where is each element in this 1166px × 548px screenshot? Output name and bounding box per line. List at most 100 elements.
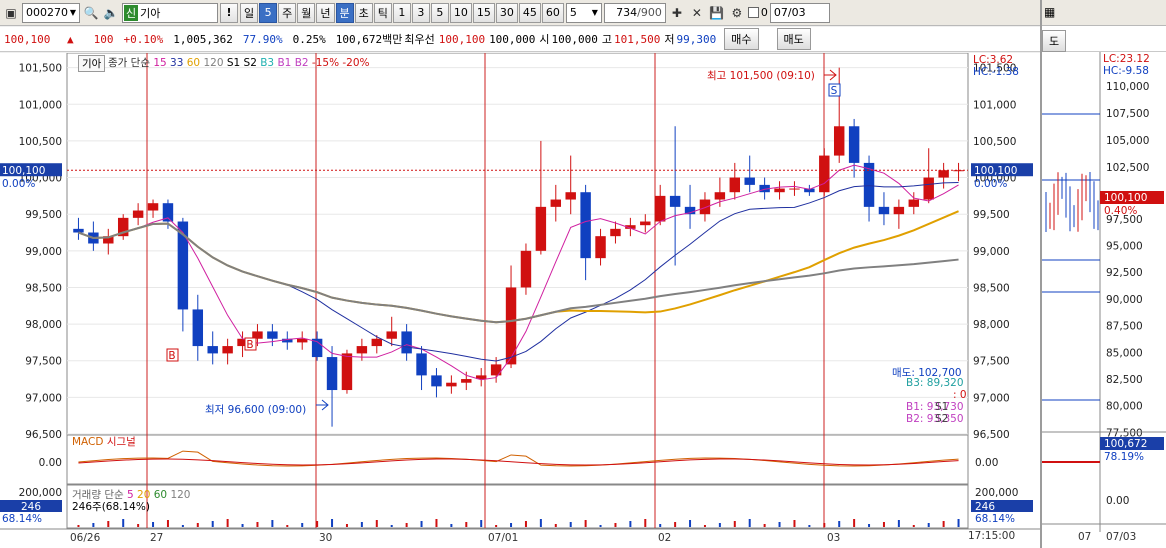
volume-bar: [868, 524, 871, 527]
signal-letter-2: S: [831, 85, 838, 97]
volume-bar: [211, 521, 214, 527]
volume-bar: [226, 519, 229, 527]
volume-bar: [181, 525, 184, 527]
volume-bar: [480, 520, 483, 527]
date-input[interactable]: 07/03: [769, 2, 830, 23]
legend: 종가 단순 15 33 60 120 S1 S2 B3 B1 B2 -15% -…: [108, 55, 370, 70]
period-button-6[interactable]: 초: [354, 2, 373, 23]
speaker-icon[interactable]: 🔈: [102, 3, 120, 23]
buy-button[interactable]: 매수: [724, 28, 759, 50]
period-button-14[interactable]: 45: [518, 2, 541, 23]
volume-bar: [435, 519, 438, 527]
data-count-field[interactable]: 734/900: [603, 2, 666, 23]
weekly-chart[interactable]: LC:23.12HC:-9.58 110,000 107,500 105,000 102…: [1042, 52, 1166, 548]
candle-body: [640, 221, 651, 226]
volume-info: 246주(68.14%): [72, 501, 150, 513]
volume-bar: [375, 520, 378, 527]
search-icon[interactable]: 🔍: [82, 3, 100, 23]
volume-bar: [793, 520, 796, 527]
period-button-13[interactable]: 30: [495, 2, 518, 23]
price-tick-left: 101,500: [19, 63, 62, 75]
price-tick-right: 100,500: [973, 136, 1016, 148]
side-tick-11: 80,000: [1106, 401, 1143, 413]
macd-tick-right: 0.00: [975, 457, 998, 469]
volume-bar: [823, 523, 826, 527]
candle-body: [207, 346, 218, 354]
legend-item-11: -15%: [311, 57, 343, 69]
chart-canvas[interactable]: 101,500 101,500101,000 101,000100,500 100,5…: [0, 53, 1040, 548]
volume-bar: [718, 523, 721, 527]
window-icon[interactable]: ▣: [2, 3, 20, 23]
volume-bar: [271, 520, 274, 527]
volume-bar: [301, 523, 304, 527]
open-price: 100,000: [551, 32, 598, 46]
open-label: 시: [539, 33, 550, 46]
candle-body: [341, 353, 353, 391]
draw-tool-icon[interactable]: ✕: [688, 3, 706, 23]
date-checkbox[interactable]: 0: [747, 6, 768, 19]
volume-bar: [748, 519, 751, 527]
period-buttons: 일 5 주 월 년 분 초 틱 1 3 5 10 15 30 45 60: [240, 2, 564, 23]
crosshair-icon[interactable]: ✚: [668, 3, 686, 23]
volume-bar: [152, 522, 155, 527]
period-button-12[interactable]: 15: [472, 2, 495, 23]
volume-bar: [256, 522, 259, 527]
volume-bar: [897, 520, 900, 527]
clock: 17:15:00: [968, 530, 1016, 542]
volume-bar: [838, 521, 841, 527]
volume-bar: [286, 525, 289, 527]
period-button-11[interactable]: 10: [449, 2, 472, 23]
toolbar: ▣ 000270 ▼ 🔍 🔈 신 기아 ! 일 5 주 월 년 분 초 틱 1 3 5 10 15 30 45 6…: [0, 0, 1040, 26]
period-button-10[interactable]: 5: [430, 2, 449, 23]
candle-body: [893, 206, 905, 215]
volume-bar: [77, 525, 80, 527]
volume-bar: [196, 523, 199, 527]
volume-tick-left: 200,000: [19, 487, 62, 499]
period-button-15[interactable]: 60: [541, 2, 564, 23]
save-icon[interactable]: 💾: [708, 3, 726, 23]
side-toolbar: ▦: [1042, 0, 1166, 26]
volume-bar: [778, 522, 781, 527]
period-button-9[interactable]: 3: [411, 2, 430, 23]
alert-button[interactable]: !: [220, 2, 238, 23]
candle-body: [714, 192, 726, 200]
current-price-right: 100,100: [974, 165, 1017, 177]
gear-icon[interactable]: ⚙: [728, 3, 746, 23]
period-button-3[interactable]: 월: [297, 2, 316, 23]
candle-body: [132, 210, 144, 218]
candle-body: [505, 287, 517, 365]
period-button-4[interactable]: 년: [316, 2, 335, 23]
period-button-1[interactable]: 5: [259, 2, 278, 23]
interval-select[interactable]: 5 ▼: [565, 2, 602, 23]
volume-bar: [882, 522, 885, 527]
legend-item-3: 33: [170, 57, 187, 69]
sell-button[interactable]: 매도: [776, 28, 811, 50]
stock-code-input[interactable]: 000270 ▼: [22, 2, 80, 23]
side-date-0: 07: [1078, 531, 1091, 543]
quote-bar: 100,100 ▲ 100 +0.10% 1,005,362 77.90% 0.…: [0, 27, 1040, 52]
candle-body: [565, 192, 576, 200]
main-chart[interactable]: 101,500 101,500 101,000 101,000 100,500 100,5…: [0, 53, 1040, 548]
period-button-8[interactable]: 1: [392, 2, 411, 23]
candle-body: [416, 353, 427, 376]
volume-ma-2: 60: [153, 489, 171, 501]
price-tick-left: 101,000: [19, 99, 62, 111]
period-button-7[interactable]: 틱: [373, 2, 392, 23]
side-sell-tab[interactable]: 도: [1042, 30, 1067, 52]
stock-name-field[interactable]: 신 기아: [122, 2, 218, 23]
side-tick-8: 87,500: [1106, 321, 1143, 333]
volume-bar: [390, 525, 393, 527]
signal-letter-0: B: [168, 350, 175, 362]
volume-bar: [539, 519, 542, 527]
period-button-2[interactable]: 주: [278, 2, 297, 23]
price-tick-right: 99,000: [973, 246, 1010, 258]
calendar-icon[interactable]: ▦: [1044, 5, 1055, 19]
period-button-0[interactable]: 일: [240, 2, 259, 23]
period-button-5[interactable]: 분: [335, 2, 354, 23]
legend-item-1: 단순: [130, 57, 154, 69]
side-tick-1: 107,500: [1106, 108, 1149, 120]
side-tick-3: 102,500: [1106, 162, 1149, 174]
price-tick-right: 96,500: [973, 429, 1010, 441]
s2-label: S2: [935, 413, 949, 425]
price-tick-right: 99,500: [973, 209, 1010, 221]
